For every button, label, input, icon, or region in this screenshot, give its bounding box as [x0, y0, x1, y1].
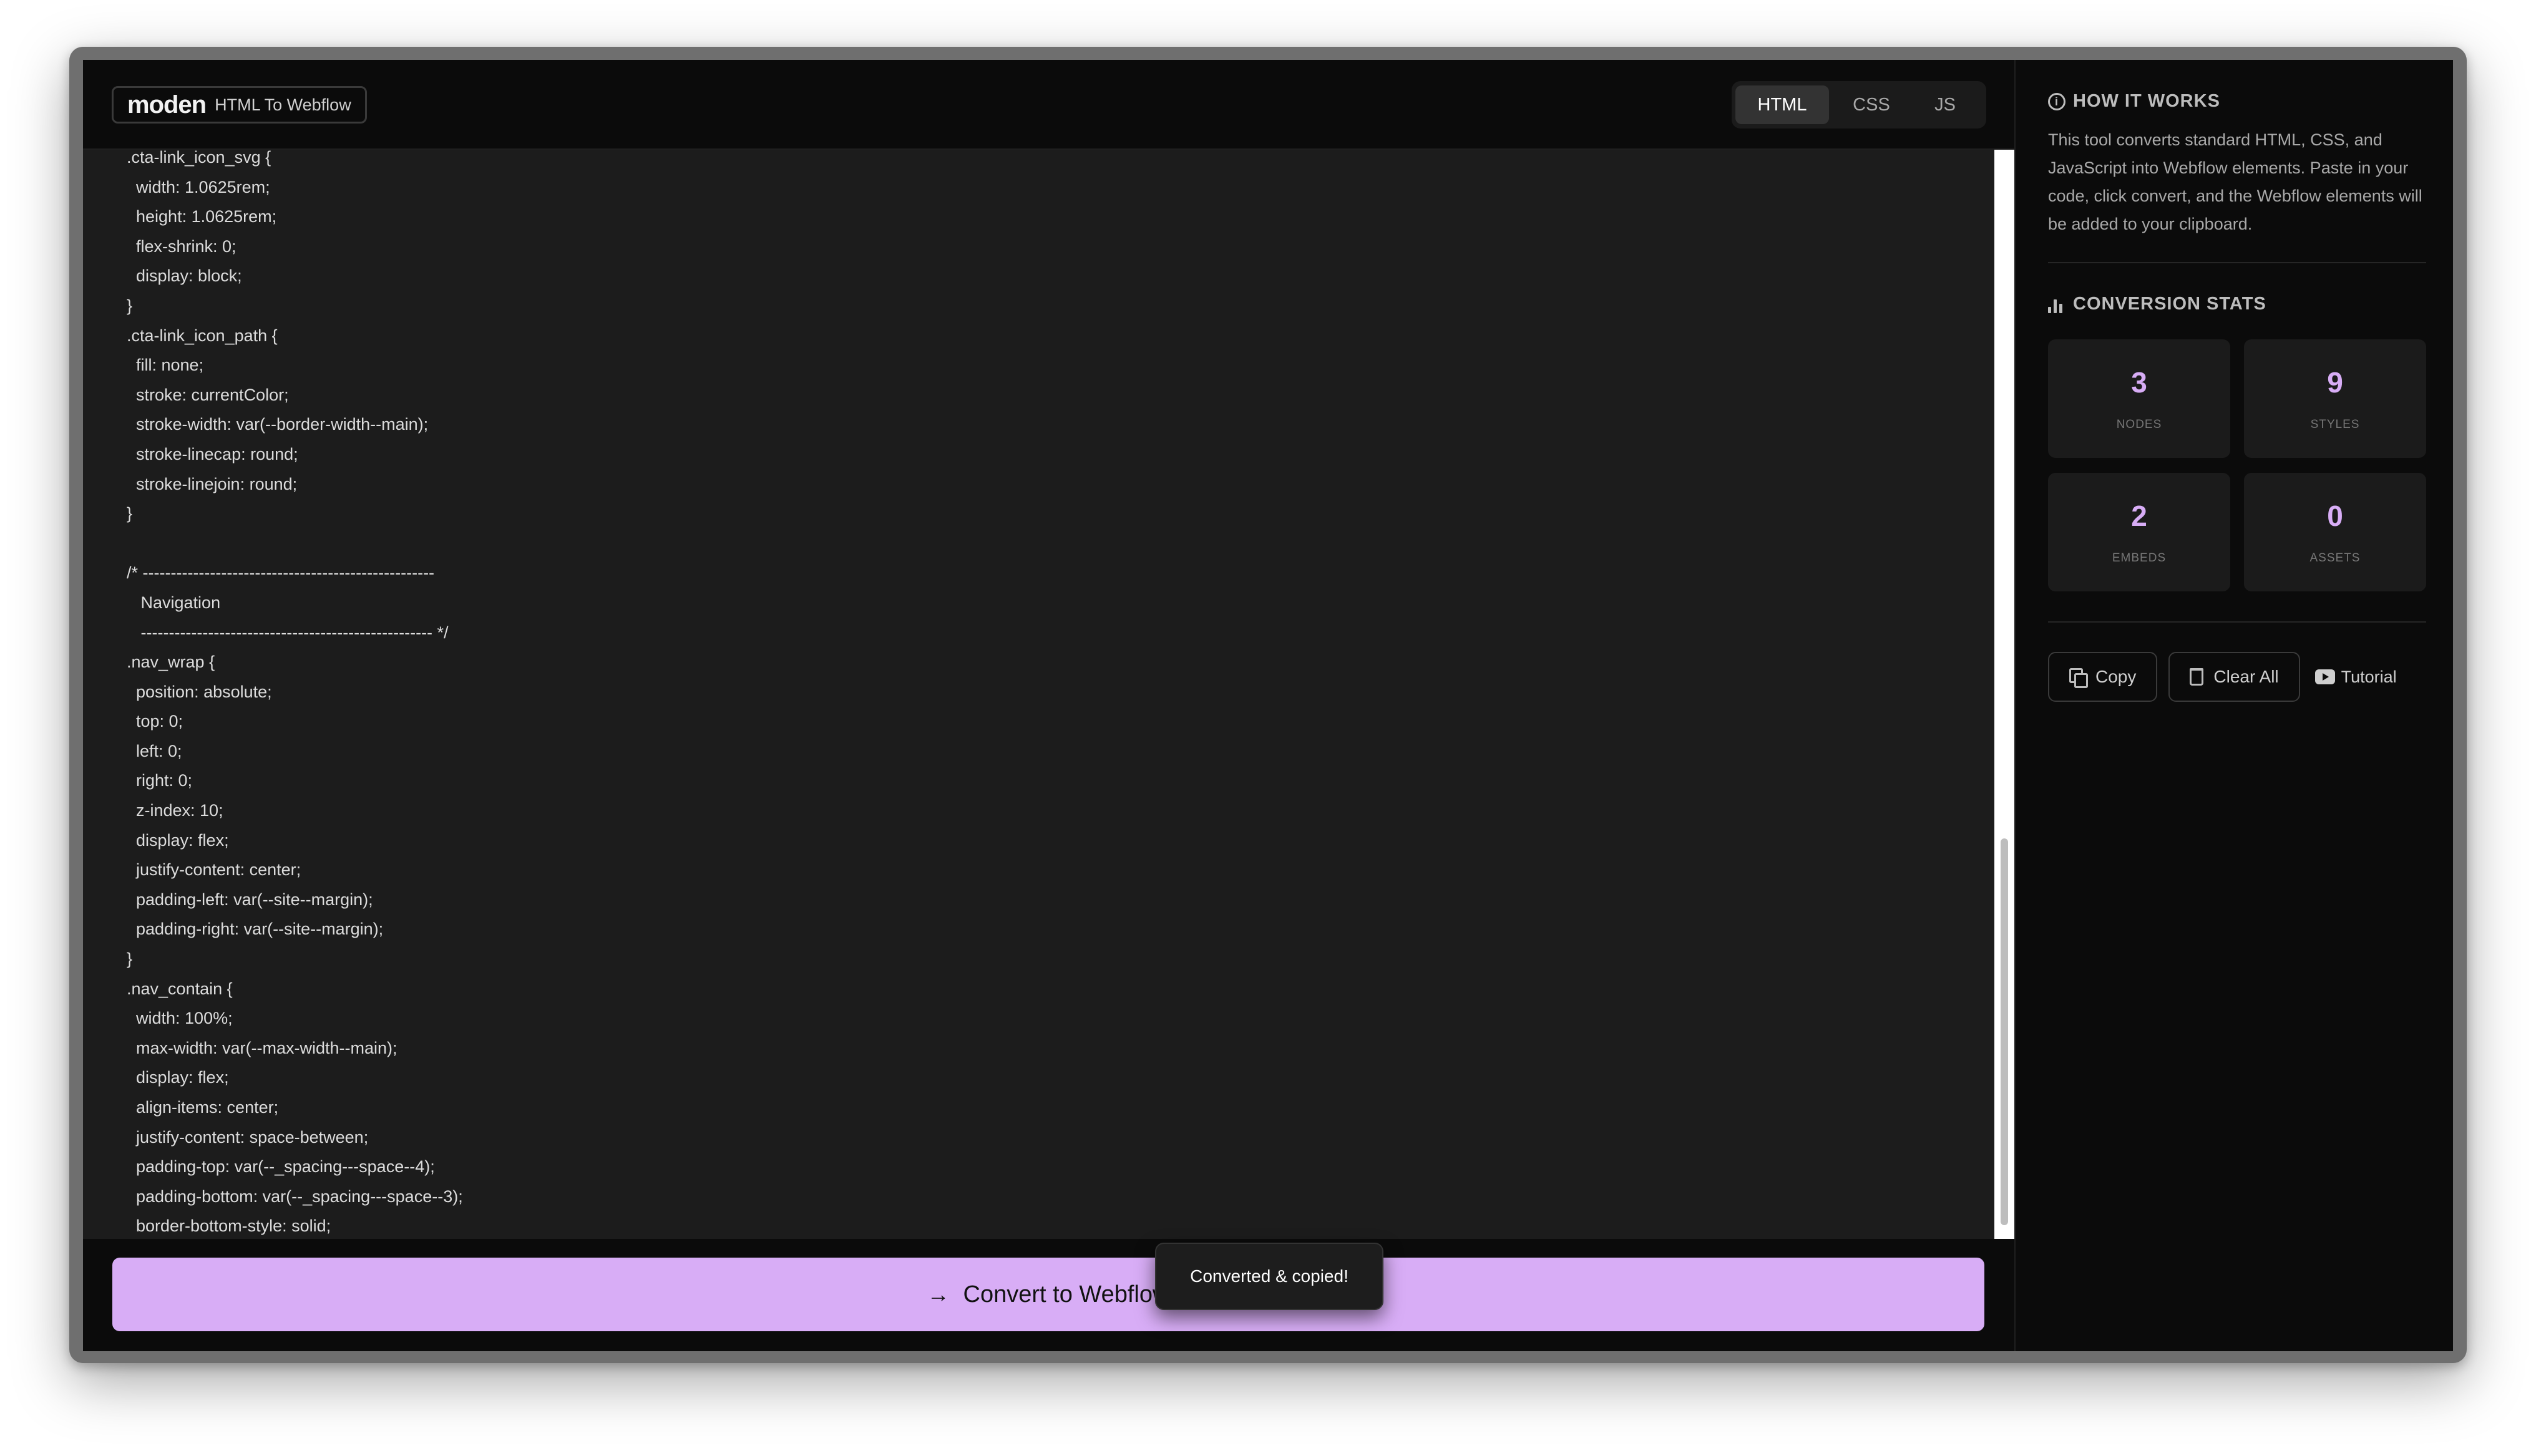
tab-html[interactable]: HTML: [1735, 85, 1829, 124]
code-editor[interactable]: .cta-link_icon_svg { width: 1.0625rem; h…: [83, 150, 2014, 1239]
conversion-stats-heading: CONVERSION STATS: [2048, 294, 2266, 314]
copy-button-label: Copy: [2095, 667, 2137, 686]
trash-icon: [2190, 668, 2204, 686]
top-bar: moden HTML To Webflow HTML CSS JS: [83, 60, 2014, 150]
bar-chart-icon: [2048, 296, 2065, 313]
stat-card-nodes: 3 NODES: [2048, 339, 2230, 458]
code-text[interactable]: .cta-link_icon_svg { width: 1.0625rem; h…: [127, 150, 463, 1239]
stat-value: 3: [2131, 366, 2147, 399]
brand-badge[interactable]: moden HTML To Webflow: [112, 86, 367, 124]
scrollbar-thumb[interactable]: [2001, 838, 2008, 1225]
tutorial-link-label: Tutorial: [2341, 667, 2397, 686]
app-window: moden HTML To Webflow HTML CSS JS .cta-l…: [83, 60, 2453, 1351]
how-it-works-title: HOW IT WORKS: [2073, 91, 2220, 111]
clear-all-button[interactable]: Clear All: [2168, 652, 2300, 702]
youtube-icon: [2314, 669, 2335, 684]
convert-button-label: Convert to Webflow: [963, 1281, 1170, 1308]
stat-card-assets: 0 ASSETS: [2244, 473, 2426, 591]
sidebar: i HOW IT WORKS This tool converts standa…: [2014, 60, 2453, 1351]
language-tabs: HTML CSS JS: [1732, 81, 1986, 129]
toast-notification: Converted & copied!: [1155, 1243, 1383, 1310]
how-it-works-heading: i HOW IT WORKS: [2048, 91, 2220, 112]
copy-icon: [2069, 668, 2088, 688]
divider: [2048, 621, 2426, 623]
brand-logo: moden: [127, 90, 207, 119]
stat-card-styles: 9 STYLES: [2244, 339, 2426, 458]
action-buttons: Copy Clear All Tutorial: [2048, 652, 2397, 702]
stat-label: EMBEDS: [2112, 551, 2167, 565]
stat-label: NODES: [2116, 418, 2162, 431]
convert-button[interactable]: → Convert to Webflow: [112, 1258, 1984, 1331]
tab-css[interactable]: CSS: [1834, 85, 1909, 124]
conversion-stats-title: CONVERSION STATS: [2073, 294, 2266, 314]
divider: [2048, 262, 2426, 263]
tab-js[interactable]: JS: [1914, 85, 1976, 124]
stat-label: ASSETS: [2309, 551, 2361, 565]
stat-card-embeds: 2 EMBEDS: [2048, 473, 2230, 591]
stat-label: STYLES: [2310, 418, 2360, 431]
stat-value: 2: [2131, 500, 2147, 532]
arrow-right-icon: →: [927, 1281, 950, 1307]
tutorial-link[interactable]: Tutorial: [2311, 667, 2397, 687]
stat-value: 9: [2327, 366, 2343, 399]
how-it-works-text: This tool converts standard HTML, CSS, a…: [2048, 130, 2422, 233]
stat-value: 0: [2327, 500, 2343, 532]
editor-column: moden HTML To Webflow HTML CSS JS .cta-l…: [83, 60, 2014, 1351]
brand-subtitle: HTML To Webflow: [215, 95, 351, 114]
clear-all-button-label: Clear All: [2213, 667, 2279, 686]
copy-button[interactable]: Copy: [2048, 652, 2158, 702]
info-icon: i: [2048, 92, 2065, 110]
